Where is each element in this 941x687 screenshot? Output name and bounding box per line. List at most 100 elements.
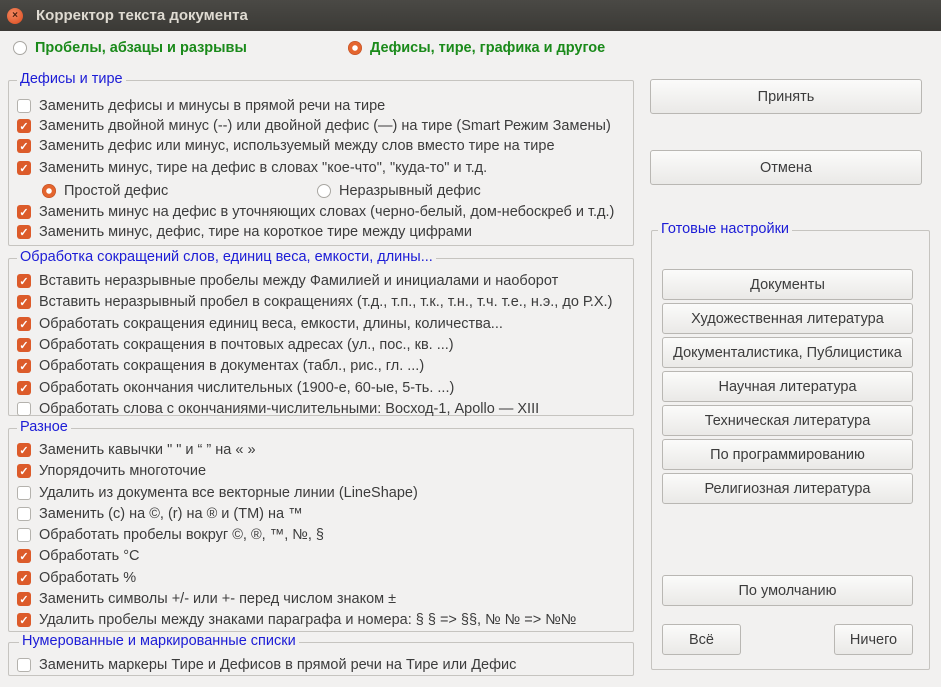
close-icon[interactable]: × — [7, 8, 23, 24]
option-label: Обработать окончания числительных (1900-… — [39, 380, 455, 396]
option-label: Заменить маркеры Тире и Дефисов в прямой… — [39, 657, 517, 673]
option-checkbox[interactable]: ✓ Заменить минус на дефис в уточняющих сл… — [17, 202, 625, 222]
radio-icon — [42, 184, 56, 198]
option-checkbox[interactable]: ✓ Вставить неразрывный пробел в сокращени… — [17, 292, 625, 312]
preset-button[interactable]: Документы — [662, 269, 913, 300]
preset-button[interactable]: Научная литература — [662, 371, 913, 402]
option-checkbox[interactable]: Заменить (c) на ©, (r) на ® и (TM) на ™ — [17, 504, 625, 524]
preset-button[interactable]: Художественная литература — [662, 303, 913, 334]
group-abbreviations: Обработка сокращений слов, единиц веса, … — [8, 249, 634, 419]
radio-label: Неразрывный дефис — [339, 183, 481, 199]
option-label: Обработать сокращения в почтовых адресах… — [39, 337, 454, 353]
option-label: Заменить кавычки " " и “ ” на « » — [39, 442, 256, 458]
checkbox-unchecked-icon — [17, 99, 31, 113]
group-title: Обработка сокращений слов, единиц веса, … — [17, 249, 436, 265]
option-checkbox[interactable]: ✓ Обработать сокращения в документах (таб… — [17, 356, 625, 376]
option-label: Вставить неразрывный пробел в сокращения… — [39, 294, 613, 310]
option-checkbox[interactable]: ✓ Заменить кавычки " " и “ ” на « » — [17, 440, 625, 460]
checkbox-checked-icon: ✓ — [17, 443, 31, 457]
option-checkbox[interactable]: ✓ Заменить двойной минус (--) или двойной… — [17, 116, 625, 136]
option-label: Заменить (c) на ©, (r) на ® и (TM) на ™ — [39, 506, 303, 522]
group-title: Нумерованные и маркированные списки — [19, 633, 299, 649]
checkbox-checked-icon: ✓ — [17, 139, 31, 153]
checkbox-unchecked-icon — [17, 658, 31, 672]
mode-radio-spaces[interactable]: Пробелы, абзацы и разрывы — [13, 40, 247, 56]
radio-icon — [317, 184, 331, 198]
checkbox-checked-icon: ✓ — [17, 338, 31, 352]
select-none-button[interactable]: Ничего — [834, 624, 913, 655]
preset-button[interactable]: По программированию — [662, 439, 913, 470]
checkbox-unchecked-icon — [17, 402, 31, 416]
select-all-button[interactable]: Всё — [662, 624, 741, 655]
title-bar: × Корректор текста документа — [0, 0, 941, 31]
radio-label: Простой дефис — [64, 183, 169, 199]
checkbox-checked-icon: ✓ — [17, 295, 31, 309]
option-label: Заменить минус на дефис в уточняющих сло… — [39, 204, 615, 220]
option-checkbox[interactable]: ✓ Обработать сокращения в почтовых адреса… — [17, 335, 625, 355]
option-label: Заменить дефисы и минусы в прямой речи н… — [39, 98, 386, 114]
checkbox-unchecked-icon — [17, 528, 31, 542]
option-checkbox[interactable]: Удалить из документа все векторные линии… — [17, 483, 625, 503]
preset-button[interactable]: Документалистика, Публицистика — [662, 337, 913, 368]
mode-label: Дефисы, тире, графика и другое — [370, 40, 606, 56]
option-checkbox[interactable]: ✓ Заменить дефис или минус, используемый … — [17, 136, 625, 156]
option-label: Заменить символы +/- или +- перед числом… — [39, 591, 397, 607]
option-label: Заменить минус, дефис, тире на короткое … — [39, 224, 472, 240]
checkbox-checked-icon: ✓ — [17, 571, 31, 585]
window-title: Корректор текста документа — [36, 7, 248, 24]
option-checkbox[interactable]: ✓ Заменить минус, дефис, тире на короткое… — [17, 222, 625, 242]
radio-simple-hyphen[interactable]: Простой дефис — [42, 181, 168, 201]
cancel-button[interactable]: Отмена — [650, 150, 922, 185]
option-label: Вставить неразрывные пробелы между Фамил… — [39, 273, 559, 289]
option-label: Обработать °C — [39, 548, 140, 564]
option-label: Обработать сокращения единиц веса, емкос… — [39, 316, 503, 332]
checkbox-checked-icon: ✓ — [17, 592, 31, 606]
mode-label: Пробелы, абзацы и разрывы — [35, 40, 247, 56]
checkbox-unchecked-icon — [17, 507, 31, 521]
checkbox-checked-icon: ✓ — [17, 225, 31, 239]
option-label: Заменить минус, тире на дефис в словах "… — [39, 160, 488, 176]
group-title: Дефисы и тире — [17, 71, 126, 87]
option-checkbox[interactable]: ✓ Заменить минус, тире на дефис в словах … — [17, 158, 625, 178]
checkbox-checked-icon: ✓ — [17, 613, 31, 627]
option-checkbox[interactable]: Заменить маркеры Тире и Дефисов в прямой… — [17, 655, 625, 675]
group-title: Разное — [17, 419, 71, 435]
checkbox-checked-icon: ✓ — [17, 317, 31, 331]
option-label: Заменить двойной минус (--) или двойной … — [39, 118, 611, 134]
option-checkbox[interactable]: ✓ Обработать °C — [17, 546, 625, 566]
option-checkbox[interactable]: ✓ Вставить неразрывные пробелы между Фами… — [17, 271, 625, 291]
option-checkbox[interactable]: ✓ Обработать окончания числительных (1900… — [17, 378, 625, 398]
group-lists: Нумерованные и маркированные списки Заме… — [8, 633, 634, 676]
checkbox-checked-icon: ✓ — [17, 464, 31, 478]
option-label: Обработать слова с окончаниями-числитель… — [39, 401, 540, 417]
option-label: Удалить пробелы между знаками параграфа … — [39, 612, 577, 628]
checkbox-checked-icon: ✓ — [17, 119, 31, 133]
mode-radio-hyphens[interactable]: Дефисы, тире, графика и другое — [348, 40, 605, 56]
option-checkbox[interactable]: ✓ Удалить пробелы между знаками параграфа… — [17, 610, 625, 630]
option-checkbox[interactable]: ✓ Заменить символы +/- или +- перед число… — [17, 589, 625, 609]
checkbox-unchecked-icon — [17, 486, 31, 500]
group-title: Готовые настройки — [658, 221, 793, 237]
option-label: Обработать сокращения в документах (табл… — [39, 358, 425, 374]
option-label: Удалить из документа все векторные линии… — [39, 485, 418, 501]
option-checkbox[interactable]: Обработать пробелы вокруг ©, ®, ™, №, § — [17, 525, 625, 545]
option-checkbox[interactable]: Заменить дефисы и минусы в прямой речи н… — [17, 96, 625, 116]
preset-button[interactable]: Техническая литература — [662, 405, 913, 436]
option-checkbox[interactable]: Обработать слова с окончаниями-числитель… — [17, 399, 625, 419]
option-checkbox[interactable]: ✓ Упорядочить многоточие — [17, 461, 625, 481]
checkbox-checked-icon: ✓ — [17, 359, 31, 373]
option-label: Обработать % — [39, 570, 137, 586]
checkbox-checked-icon: ✓ — [17, 549, 31, 563]
preset-default-button[interactable]: По умолчанию — [662, 575, 913, 606]
radio-nonbreaking-hyphen[interactable]: Неразрывный дефис — [317, 181, 481, 201]
group-hyphens: Дефисы и тире Заменить дефисы и минусы в… — [8, 71, 634, 246]
option-checkbox[interactable]: ✓ Обработать % — [17, 568, 625, 588]
accept-button[interactable]: Принять — [650, 79, 922, 114]
checkbox-checked-icon: ✓ — [17, 205, 31, 219]
preset-button[interactable]: Религиозная литература — [662, 473, 913, 504]
option-checkbox[interactable]: ✓ Обработать сокращения единиц веса, емко… — [17, 314, 625, 334]
option-label: Обработать пробелы вокруг ©, ®, ™, №, § — [39, 527, 324, 543]
checkbox-checked-icon: ✓ — [17, 274, 31, 288]
option-label: Упорядочить многоточие — [39, 463, 207, 479]
group-misc: Разное ✓ Заменить кавычки " " и “ ” на « … — [8, 419, 634, 632]
